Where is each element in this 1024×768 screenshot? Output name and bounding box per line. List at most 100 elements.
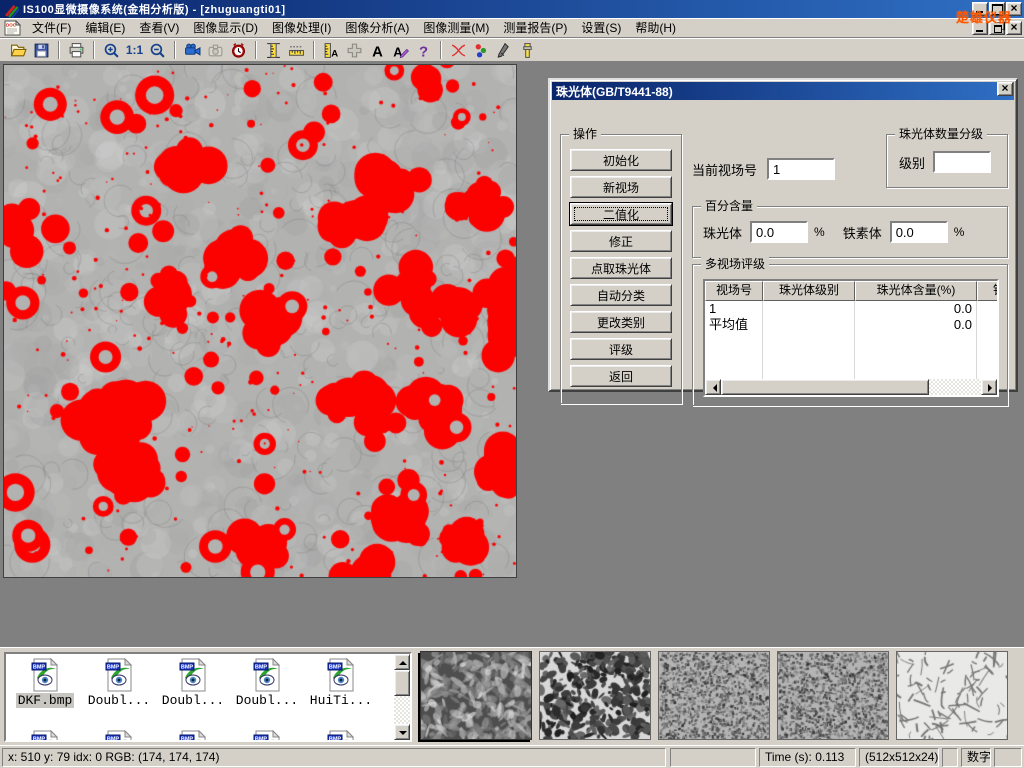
- svg-text:BMP: BMP: [329, 737, 342, 742]
- change-class-button[interactable]: 更改类别: [570, 311, 672, 333]
- toolbar-separator: [174, 41, 176, 59]
- current-field-label: 当前视场号: [692, 160, 757, 179]
- thumb-5[interactable]: [896, 651, 1008, 740]
- table-hscrollbar[interactable]: [705, 379, 997, 395]
- table-cell: 平均值: [705, 317, 763, 333]
- grade-input[interactable]: [933, 151, 991, 173]
- edit-text-button[interactable]: A: [389, 39, 412, 61]
- file-item[interactable]: BMPDoubl...: [230, 658, 304, 708]
- draw-pen-button[interactable]: [493, 39, 516, 61]
- file-item[interactable]: BMP: [82, 730, 156, 742]
- file-item[interactable]: BMP: [304, 730, 378, 742]
- curve-tool-button[interactable]: [447, 39, 470, 61]
- multi-field-group: 多视场评级 视场号珠光体级别珠光体含量(%)铁素体 10.0平均值0.0: [692, 264, 1008, 406]
- rate-button[interactable]: 评级: [570, 338, 672, 360]
- thumb-2[interactable]: [539, 651, 651, 740]
- app-icon: [3, 2, 19, 16]
- menu-file[interactable]: 文件(F): [25, 17, 78, 38]
- pearlite-percent-input[interactable]: [750, 221, 808, 243]
- svg-text:BMP: BMP: [107, 737, 120, 742]
- pearlite-percent-unit: %: [814, 225, 825, 239]
- scroll-left-button[interactable]: [705, 379, 721, 395]
- table-row-0[interactable]: 10.0: [705, 301, 999, 317]
- dialog-body: 操作 初始化新视场二值化修正点取珠光体自动分类更改类别评级返回 当前视场号 珠光…: [550, 102, 1016, 390]
- open-folder-icon: [10, 42, 27, 59]
- menu-help[interactable]: 帮助(H): [628, 17, 683, 38]
- help-button[interactable]: ?: [412, 39, 435, 61]
- file-item[interactable]: BMPDoubl...: [156, 658, 230, 708]
- grading-group-label: 珠光体数量分级: [895, 127, 987, 142]
- table-cell: 0.0: [855, 301, 977, 317]
- menu-measure-report[interactable]: 测量报告(P): [496, 17, 574, 38]
- scroll-up-button[interactable]: [394, 654, 410, 670]
- print-button[interactable]: [65, 39, 88, 61]
- video-capture-button[interactable]: [181, 39, 204, 61]
- svg-text:BMP: BMP: [329, 665, 342, 671]
- file-list-vscrollbar[interactable]: [394, 654, 410, 740]
- thumb-4[interactable]: [777, 651, 889, 740]
- toolbar-separator: [440, 41, 442, 59]
- zoom-in-icon: [103, 42, 120, 59]
- file-item[interactable]: BMP HuiTi...: [304, 658, 378, 708]
- hscroll-thumb[interactable]: [721, 379, 929, 395]
- menu-image-display[interactable]: 图像显示(D): [186, 17, 265, 38]
- return-button[interactable]: 返回: [570, 365, 672, 387]
- menu-edit[interactable]: 编辑(E): [78, 17, 132, 38]
- new-field-button[interactable]: 新视场: [570, 176, 672, 198]
- file-item[interactable]: BMP: [156, 730, 230, 742]
- current-field-input[interactable]: [767, 158, 835, 180]
- open-button[interactable]: [7, 39, 30, 61]
- file-name: HuiTi...: [308, 693, 374, 708]
- actual-size-button[interactable]: 1:1: [123, 39, 146, 61]
- timer-button[interactable]: [227, 39, 250, 61]
- scroll-right-button[interactable]: [981, 379, 997, 395]
- correct-button[interactable]: 修正: [570, 230, 672, 252]
- save-icon: [33, 42, 50, 59]
- thumb-1[interactable]: [420, 651, 532, 740]
- thumb-3[interactable]: [658, 651, 770, 740]
- scroll-down-button[interactable]: [394, 724, 410, 740]
- particle-classify-button[interactable]: [470, 39, 493, 61]
- table-cell: 1: [705, 301, 763, 317]
- bmp-file-icon: BMP: [177, 730, 209, 742]
- initialize-button[interactable]: 初始化: [570, 149, 672, 171]
- file-item[interactable]: BMP: [8, 730, 82, 742]
- menu-image-process[interactable]: 图像处理(I): [265, 17, 338, 38]
- save-button[interactable]: [30, 39, 53, 61]
- menu-view[interactable]: 查看(V): [132, 17, 186, 38]
- flashlight-button[interactable]: [516, 39, 539, 61]
- file-name: Doubl...: [234, 693, 300, 708]
- table-cell: [855, 333, 977, 349]
- ferrite-percent-input[interactable]: [890, 221, 948, 243]
- document-icon[interactable]: DOC: [4, 20, 21, 36]
- measure-horizontal-button[interactable]: [285, 39, 308, 61]
- measure-label-button[interactable]: A: [320, 39, 343, 61]
- dialog-close-button[interactable]: [997, 82, 1013, 96]
- pick-pearlite-button[interactable]: 点取珠光体: [570, 257, 672, 279]
- measure-vertical-button[interactable]: [262, 39, 285, 61]
- binarize-button[interactable]: 二值化: [570, 203, 672, 225]
- zoom-in-button[interactable]: [100, 39, 123, 61]
- multi-field-table[interactable]: 视场号珠光体级别珠光体含量(%)铁素体 10.0平均值0.0: [703, 279, 999, 397]
- auto-classify-button[interactable]: 自动分类: [570, 284, 672, 306]
- metallograph-image[interactable]: [3, 64, 517, 578]
- table-row-3[interactable]: [705, 349, 999, 365]
- file-item[interactable]: BMPDKF.bmp: [8, 658, 82, 708]
- file-item[interactable]: BMPDoubl...: [82, 658, 156, 708]
- table-cell: [763, 317, 855, 333]
- menu-image-analysis[interactable]: 图像分析(A): [338, 17, 416, 38]
- bmp-file-icon: BMP: [325, 730, 357, 742]
- table-row-2[interactable]: [705, 333, 999, 349]
- status-bar: x: 510 y: 79 idx: 0 RGB: (174, 174, 174)…: [0, 745, 1024, 768]
- table-cell: [977, 317, 999, 333]
- current-field-row: 当前视场号: [692, 158, 835, 180]
- vscroll-thumb[interactable]: [394, 670, 410, 696]
- toolbar: 1:1AAA?: [0, 38, 1024, 62]
- file-item[interactable]: BMP: [230, 730, 304, 742]
- menu-settings[interactable]: 设置(S): [574, 17, 628, 38]
- table-row-1[interactable]: 平均值0.0: [705, 317, 999, 333]
- dialog-title: 珠光体(GB/T9441-88): [556, 83, 673, 100]
- zoom-out-button[interactable]: [146, 39, 169, 61]
- add-text-button[interactable]: A: [366, 39, 389, 61]
- menu-image-measure[interactable]: 图像测量(M): [416, 17, 496, 38]
